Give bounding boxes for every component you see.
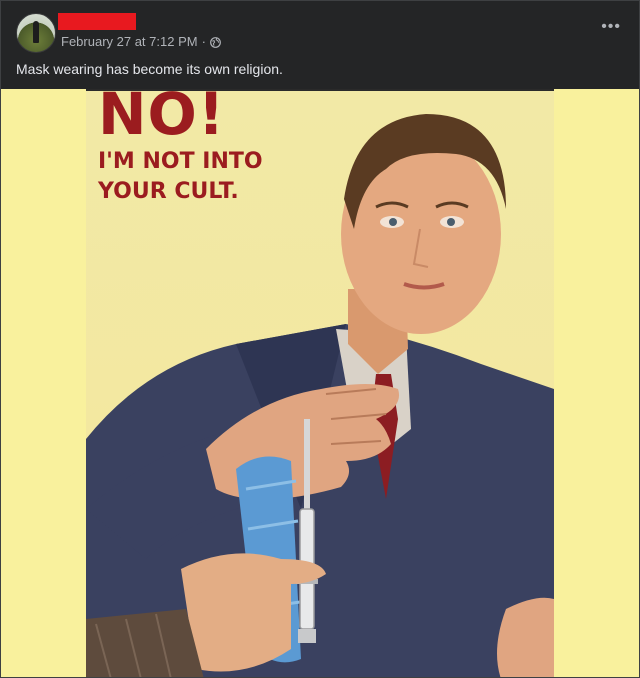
poster-subline-2: YOUR CULT. [98,179,239,204]
avatar[interactable] [16,13,56,53]
post-image[interactable]: NO! I'M NOT INTO YOUR CULT. [1,89,639,677]
facebook-post: February 27 at 7:12 PM · ••• Mask wearin… [0,0,640,678]
poster-subline-1: I'M NOT INTO [98,149,263,174]
meta-separator: · [201,34,206,49]
poster-image: NO! I'M NOT INTO YOUR CULT. [86,89,554,677]
post-timestamp[interactable]: February 27 at 7:12 PM [61,34,198,49]
globe-icon [210,36,221,48]
poster-headline: NO! [98,89,226,148]
post-header: February 27 at 7:12 PM · ••• Mask wearin… [1,1,639,89]
avatar-figure [33,21,39,43]
author-name-redacted[interactable] [58,13,136,30]
post-caption: Mask wearing has become its own religion… [16,61,283,77]
image-letterbox-right [554,89,639,677]
poster-subline: I'M NOT INTO YOUR CULT. [98,147,263,207]
more-horizontal-icon[interactable]: ••• [601,19,621,35]
post-meta: February 27 at 7:12 PM · [61,34,221,49]
